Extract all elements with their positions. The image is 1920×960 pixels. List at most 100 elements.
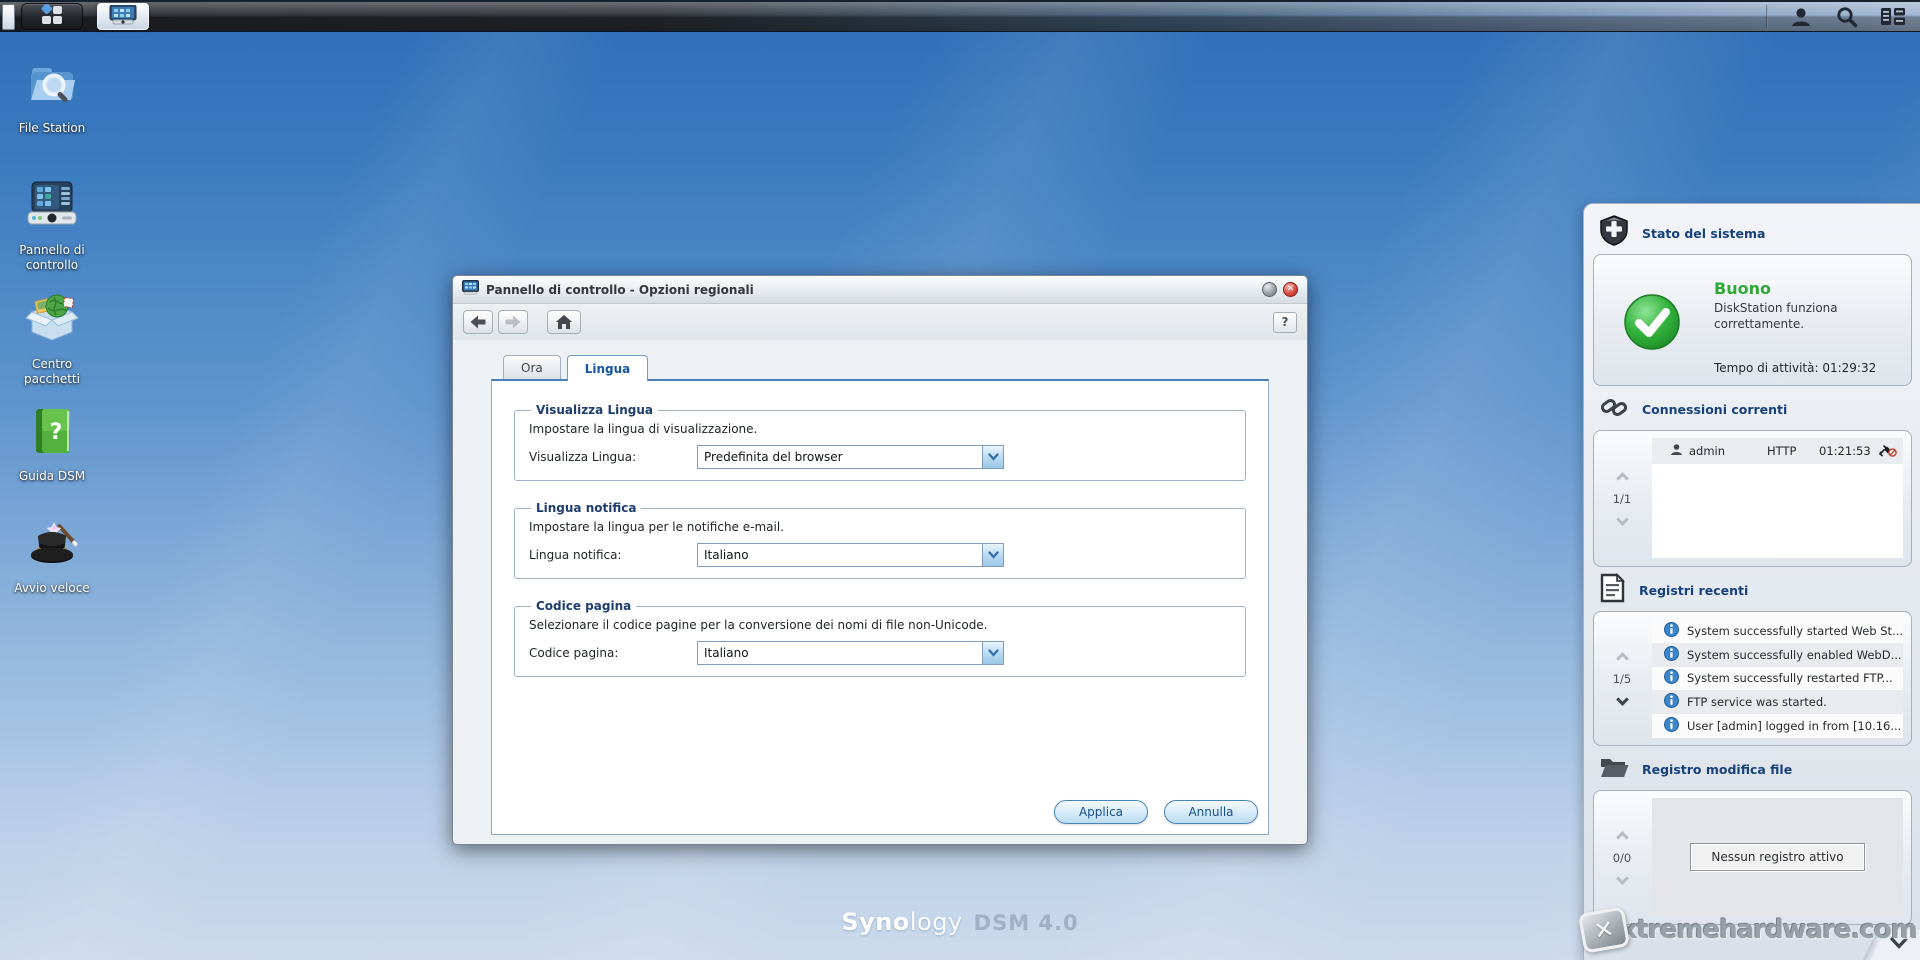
section-codice-pagina: Codice pagina Selezionare il codice pagi… (514, 599, 1246, 677)
field-label: Lingua notifica: (529, 548, 622, 562)
control-panel-window: Pannello di controllo - Opzioni regional… (452, 275, 1308, 845)
section-lingua-notifica: Lingua notifica Impostare la lingua per … (514, 501, 1246, 579)
pager-up-icon[interactable] (1615, 471, 1629, 485)
widgets-pilot-icon[interactable] (1880, 4, 1906, 30)
chevron-down-icon[interactable] (982, 446, 1003, 468)
recent-logs-header: Registri recenti (1584, 573, 1920, 605)
log-text: System successfully restarted FTP... (1687, 671, 1893, 686)
section-description: Impostare la lingua per le notifiche e-m… (529, 520, 784, 534)
log-row: System successfully started Web St... (1652, 619, 1903, 643)
control-panel-icon (24, 178, 80, 236)
watermark-x-icon: ✕ (1591, 914, 1617, 946)
desktop-icon-label: Pannello di controllo (19, 243, 85, 272)
desktop-icon-dsm-help[interactable]: ? Guida DSM (8, 406, 96, 484)
home-icon (556, 315, 572, 329)
log-text: FTP service was started. (1687, 695, 1827, 710)
quick-start-hat-icon (24, 514, 80, 574)
system-status-header: Stato del sistema (1584, 215, 1920, 251)
watermark-text: xtremehardware.com (1620, 915, 1918, 945)
desktop-icon-quick-start[interactable]: Avvio veloce (8, 514, 96, 596)
file-log-pager: 0/0 (1594, 791, 1650, 924)
cancel-button[interactable]: Annulla (1164, 800, 1258, 824)
minimize-button[interactable] (1262, 282, 1277, 297)
connection-user: admin (1689, 444, 1726, 458)
widget-title: Connessioni correnti (1642, 401, 1788, 417)
close-button[interactable]: ✕ (1283, 282, 1298, 297)
select-value: Predefinita del browser (704, 450, 843, 464)
back-button[interactable] (463, 310, 493, 334)
desktop-icon-file-station[interactable]: File Station (8, 60, 96, 136)
dsm-help-book-icon: ? (29, 406, 75, 462)
pager-page: 0/0 (1612, 850, 1632, 865)
show-desktop-button[interactable] (2, 3, 15, 30)
link-icon (1599, 392, 1629, 426)
logs-pager: 1/5 (1594, 612, 1650, 745)
home-button[interactable] (547, 310, 581, 334)
file-log-card: 0/0 Nessun registro attivo (1593, 790, 1912, 925)
close-icon: ✕ (1286, 283, 1295, 294)
chevron-down-icon[interactable] (982, 642, 1003, 664)
connection-protocol: HTTP (1767, 444, 1797, 458)
tab-ora[interactable]: Ora (503, 355, 561, 379)
watermark-x-badge: ✕ (1577, 906, 1630, 954)
help-button[interactable]: ? (1273, 311, 1297, 333)
connections-list: admin HTTP 01:21:53 (1652, 438, 1903, 558)
info-icon (1664, 717, 1679, 735)
pager-down-icon[interactable] (1615, 871, 1629, 885)
pager-page: 1/5 (1612, 671, 1632, 686)
chevron-down-icon[interactable] (982, 544, 1003, 566)
connection-row: admin HTTP 01:21:53 (1652, 438, 1903, 464)
tab-lingua[interactable]: Lingua (566, 355, 649, 381)
pager-down-icon[interactable] (1615, 512, 1629, 526)
search-icon[interactable] (1834, 4, 1860, 30)
connections-card: 1/1 admin HTTP 01:21:53 (1593, 430, 1912, 567)
logo-bold: Syno (841, 908, 910, 936)
taskbar-control-panel-button[interactable] (97, 3, 149, 30)
section-visualizza-lingua: Visualizza Lingua Impostare la lingua di… (514, 403, 1246, 481)
synology-logo: Synology (841, 908, 962, 936)
tab-panel: Visualizza Lingua Impostare la lingua di… (491, 379, 1269, 835)
widget-title: Registro modifica file (1642, 761, 1793, 777)
connection-time: 01:21:53 (1819, 444, 1871, 458)
taskbar (0, 0, 1920, 32)
section-description: Impostare la lingua di visualizzazione. (529, 422, 758, 436)
pager-down-icon[interactable] (1615, 692, 1629, 706)
svg-text:?: ? (50, 420, 63, 445)
forward-button[interactable] (498, 310, 528, 334)
apply-button[interactable]: Applica (1054, 800, 1148, 824)
pager-up-icon[interactable] (1615, 830, 1629, 844)
recent-logs-card: 1/5 System successfully started Web St..… (1593, 611, 1912, 746)
window-titlebar[interactable]: Pannello di controllo - Opzioni regional… (453, 276, 1307, 304)
widget-title: Registri recenti (1639, 582, 1749, 598)
system-health-widget-panel: Stato del sistema Buono DiskStation funz… (1583, 203, 1920, 960)
empty-log-message: Nessun registro attivo (1690, 843, 1865, 871)
section-legend: Visualizza Lingua (536, 403, 653, 417)
log-row: FTP service was started. (1652, 690, 1903, 715)
main-menu-button[interactable] (21, 3, 83, 30)
taskbar-right-tray (1766, 2, 1920, 31)
help-label: ? (1281, 315, 1289, 329)
log-row: System successfully restarted FTP... (1652, 666, 1903, 691)
log-row: System successfully enabled WebD... (1652, 642, 1903, 667)
desktop-icon-label: Guida DSM (18, 469, 86, 483)
desktop-icon-package-center[interactable]: Centro pacchetti (8, 290, 96, 387)
info-icon (1664, 693, 1679, 711)
disconnect-icon[interactable] (1878, 442, 1897, 460)
log-text: System successfully started Web St... (1687, 623, 1903, 638)
codepage-select[interactable]: Italiano (697, 641, 1004, 665)
window-title-icon (462, 280, 479, 299)
desktop-icon-control-panel[interactable]: Pannello di controllo (8, 178, 96, 273)
user-icon[interactable] (1788, 4, 1814, 30)
status-value: Buono (1714, 279, 1771, 298)
pager-up-icon[interactable] (1615, 651, 1629, 665)
section-legend: Lingua notifica (536, 501, 637, 515)
display-language-select[interactable]: Predefinita del browser (697, 445, 1004, 469)
file-log-header: Registro modifica file (1584, 754, 1920, 784)
window-toolbar: ? (453, 304, 1307, 340)
select-value: Italiano (704, 646, 749, 660)
log-text: System successfully enabled WebD... (1687, 647, 1902, 662)
notification-language-select[interactable]: Italiano (697, 543, 1004, 567)
section-legend: Codice pagina (536, 599, 632, 613)
connections-header: Connessioni correnti (1584, 394, 1920, 424)
shield-icon (1599, 215, 1629, 251)
